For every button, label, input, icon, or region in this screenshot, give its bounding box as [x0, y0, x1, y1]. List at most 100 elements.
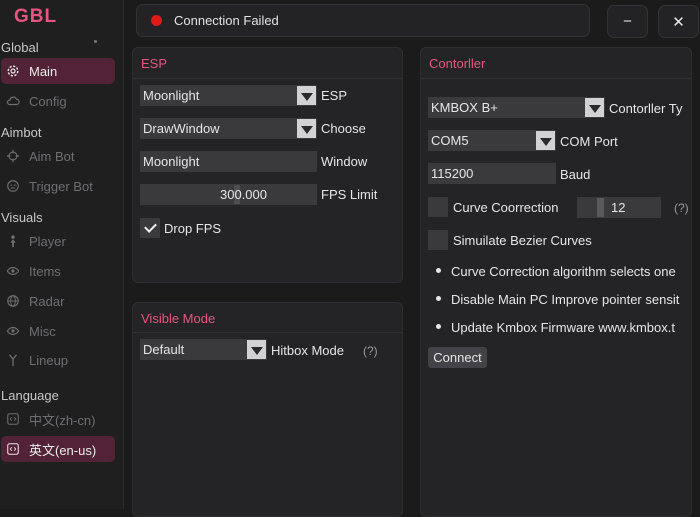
- connection-status-bar: Connection Failed: [136, 4, 590, 37]
- window-input-label: Window: [321, 154, 368, 169]
- code-icon: [6, 412, 20, 426]
- window-input[interactable]: Moonlight: [140, 151, 317, 172]
- crosshair-icon: [6, 149, 20, 163]
- select-value: KMBOX B+: [431, 100, 498, 115]
- person-icon: [6, 234, 20, 248]
- minimize-button[interactable]: −: [607, 5, 648, 38]
- hitbox-mode-label: Hitbox Mode: [271, 343, 344, 358]
- fps-limit-value: 300.000: [220, 187, 267, 202]
- chevron-down-icon: [536, 131, 555, 150]
- dot-icon: [94, 40, 97, 43]
- chevron-down-icon: [247, 340, 266, 359]
- note-item: Curve Correction algorithm selects one: [451, 264, 676, 279]
- sidebar-item-lineup[interactable]: Lineup: [1, 347, 115, 373]
- sidebar-item-label: Trigger Bot: [29, 178, 93, 194]
- divider: [421, 78, 691, 79]
- section-title-visuals: Visuals: [1, 210, 43, 225]
- help-icon[interactable]: (?): [674, 201, 689, 215]
- pin-icon: [6, 353, 20, 367]
- visible-mode-panel-title: Visible Mode: [141, 311, 216, 326]
- help-icon[interactable]: (?): [363, 344, 378, 358]
- select-value: Default: [143, 342, 185, 357]
- sidebar-item-label: Items: [29, 263, 61, 279]
- sidebar-item-config[interactable]: Config: [1, 88, 115, 114]
- face-icon: [6, 179, 20, 193]
- esp-select[interactable]: Moonlight: [140, 85, 317, 106]
- sidebar-item-label: Config: [29, 93, 67, 109]
- controller-type-label: Contorller Ty: [609, 101, 683, 116]
- com-port-label: COM Port: [560, 134, 618, 149]
- bezier-curves-label: Simuilate Bezier Curves: [453, 233, 592, 248]
- select-value: DrawWindow: [143, 121, 220, 136]
- section-title-aimbot: Aimbot: [1, 125, 42, 140]
- esp-panel-title: ESP: [141, 56, 168, 71]
- select-value: COM5: [431, 133, 469, 148]
- input-value: 115200: [431, 166, 474, 181]
- bullet-icon: [436, 296, 441, 301]
- eye-icon: [6, 264, 20, 278]
- bezier-curves-checkbox[interactable]: [428, 230, 448, 250]
- sidebar-item-lang-zh[interactable]: 中文(zh-cn): [1, 406, 115, 432]
- sidebar-item-trigger-bot[interactable]: Trigger Bot: [1, 173, 115, 199]
- drop-fps-checkbox[interactable]: [140, 218, 160, 238]
- sidebar-item-items[interactable]: Items: [1, 258, 115, 284]
- curve-correction-label: Curve Coorrection: [453, 200, 559, 215]
- chevron-down-icon: [297, 86, 316, 105]
- baud-input[interactable]: 115200: [428, 163, 556, 184]
- note-item: Update Kmbox Firmware www.kmbox.t: [451, 320, 675, 335]
- visible-mode-panel: [132, 302, 403, 517]
- sidebar-item-label: 英文(en-us): [29, 442, 97, 458]
- sidebar-item-label: Aim Bot: [29, 148, 75, 164]
- close-icon: ✕: [672, 13, 685, 31]
- close-button[interactable]: ✕: [658, 5, 699, 38]
- sidebar-item-lang-en[interactable]: 英文(en-us): [1, 436, 115, 462]
- fps-limit-slider[interactable]: 300.000: [140, 184, 317, 205]
- status-dot-icon: [151, 15, 162, 26]
- app-logo: GBL: [14, 6, 58, 27]
- input-value: Moonlight: [143, 154, 200, 169]
- section-title-global: Global: [1, 40, 39, 55]
- minus-icon: −: [623, 13, 632, 30]
- controller-type-select[interactable]: KMBOX B+: [428, 97, 605, 118]
- choose-select-label: Choose: [321, 121, 366, 136]
- select-value: Moonlight: [143, 88, 200, 103]
- sidebar-item-label: Main: [29, 63, 58, 79]
- bullet-icon: [436, 324, 441, 329]
- gear-icon: [6, 64, 20, 78]
- sidebar: GBL Global Main Config Aimbot Aim Bot Tr…: [0, 0, 124, 509]
- note-item: Disable Main PC Improve pointer sensit: [451, 292, 680, 307]
- sidebar-item-label: Misc: [29, 323, 56, 339]
- choose-select[interactable]: DrawWindow: [140, 118, 317, 139]
- connection-status-text: Connection Failed: [174, 13, 279, 28]
- hitbox-mode-select[interactable]: Default: [140, 339, 267, 360]
- bullet-icon: [436, 268, 441, 273]
- divider: [133, 78, 402, 79]
- chevron-down-icon: [297, 119, 316, 138]
- sidebar-item-aim-bot[interactable]: Aim Bot: [1, 143, 115, 169]
- com-port-select[interactable]: COM5: [428, 130, 556, 151]
- eye-icon: [6, 324, 20, 338]
- cloud-icon: [6, 94, 20, 108]
- curve-correction-value: 12: [611, 200, 626, 215]
- curve-correction-checkbox[interactable]: [428, 197, 448, 217]
- code-icon: [6, 442, 20, 456]
- sidebar-item-label: Lineup: [29, 352, 69, 368]
- sidebar-item-main[interactable]: Main: [1, 58, 115, 84]
- slider-handle[interactable]: [597, 198, 604, 217]
- fps-limit-label: FPS Limit: [321, 187, 378, 202]
- chevron-down-icon: [585, 98, 604, 117]
- sidebar-item-player[interactable]: Player: [1, 228, 115, 254]
- curve-correction-slider[interactable]: 12: [577, 197, 661, 218]
- sidebar-item-misc[interactable]: Misc: [1, 318, 115, 344]
- divider: [133, 332, 402, 333]
- esp-select-label: ESP: [321, 88, 348, 103]
- baud-label: Baud: [560, 167, 591, 182]
- section-title-language: Language: [1, 388, 59, 403]
- sidebar-item-label: 中文(zh-cn): [29, 412, 96, 428]
- connect-button[interactable]: Connect: [428, 347, 487, 368]
- sidebar-item-label: Radar: [29, 293, 65, 309]
- drop-fps-label: Drop FPS: [164, 221, 222, 236]
- globe-icon: [6, 294, 20, 308]
- sidebar-item-label: Player: [29, 233, 66, 249]
- sidebar-item-radar[interactable]: Radar: [1, 288, 115, 314]
